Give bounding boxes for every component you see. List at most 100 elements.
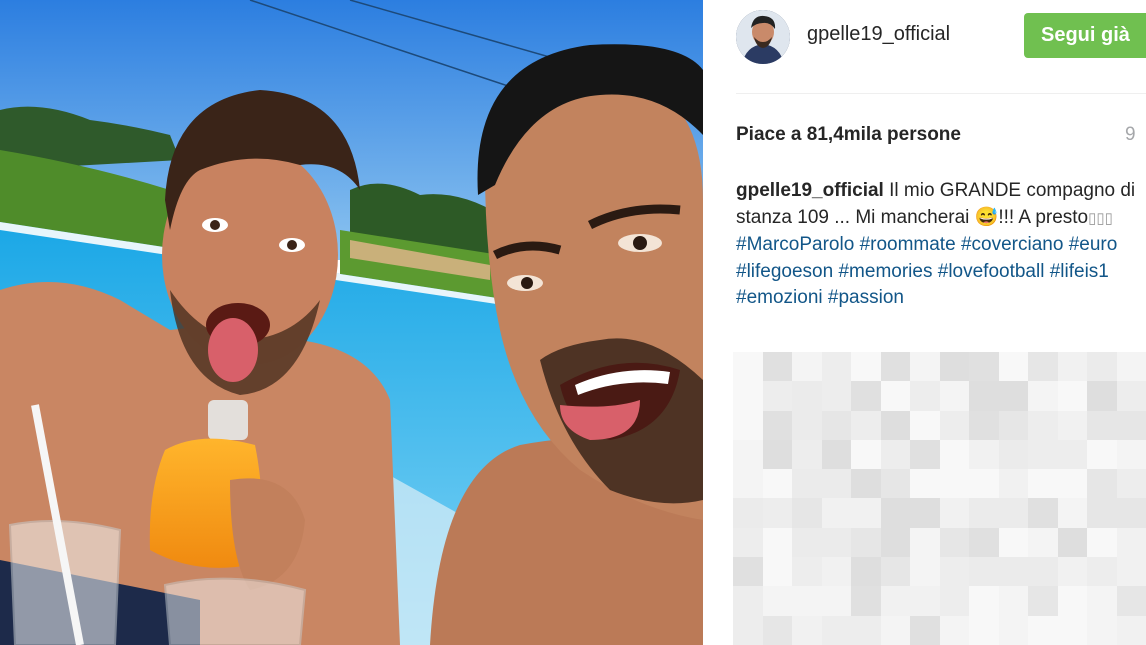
mosaic-cell xyxy=(762,469,792,499)
mosaic-cell xyxy=(851,352,881,382)
mosaic-cell xyxy=(762,381,792,411)
mosaic-cell xyxy=(880,557,910,587)
mosaic-cell xyxy=(910,381,940,411)
mosaic-cell xyxy=(1057,381,1087,411)
mosaic-cell xyxy=(880,498,910,528)
mosaic-cell xyxy=(880,439,910,470)
mosaic-cell xyxy=(762,410,792,440)
follow-button[interactable]: Segui già xyxy=(1024,13,1146,58)
mosaic-cell xyxy=(733,527,763,558)
mosaic-cell xyxy=(851,469,881,499)
hashtag[interactable]: #lifegoeson xyxy=(736,261,833,282)
mosaic-cell xyxy=(1028,557,1058,587)
header-divider xyxy=(736,93,1146,94)
mosaic-cell xyxy=(969,352,999,382)
mosaic-cell xyxy=(1116,615,1146,645)
hashtag[interactable]: #lovefootball xyxy=(938,261,1045,282)
mosaic-cell xyxy=(733,352,763,382)
mosaic-cell xyxy=(762,498,792,528)
mosaic-cell xyxy=(998,557,1028,587)
hashtag[interactable]: #lifeis1 xyxy=(1050,261,1109,282)
mosaic-cell xyxy=(880,527,910,558)
mosaic-cell xyxy=(910,557,940,587)
avatar[interactable] xyxy=(736,10,790,64)
mosaic-cell xyxy=(762,439,792,470)
mosaic-cell xyxy=(733,586,763,616)
mosaic-cell xyxy=(1087,410,1117,440)
mosaic-cell xyxy=(1028,410,1058,440)
mosaic-cell xyxy=(1116,557,1146,587)
mosaic-cell xyxy=(1087,381,1117,411)
mosaic-cell xyxy=(1116,439,1146,470)
mosaic-cell xyxy=(733,410,763,440)
mosaic-cell xyxy=(969,469,999,499)
mosaic-cell xyxy=(969,410,999,440)
mosaic-cell xyxy=(939,586,969,616)
mosaic-cell xyxy=(792,381,822,411)
mosaic-cell xyxy=(1087,586,1117,616)
mosaic-cell xyxy=(792,410,822,440)
likes-count[interactable]: Piace a 81,4mila persone xyxy=(736,124,961,146)
hashtag[interactable]: #coverciano xyxy=(961,234,1063,255)
profile-username[interactable]: gpelle19_official xyxy=(807,23,950,46)
hashtag[interactable]: #roommate xyxy=(860,234,956,255)
mosaic-cell xyxy=(939,557,969,587)
mosaic-cell xyxy=(910,469,940,499)
mosaic-cell xyxy=(998,527,1028,558)
mosaic-cell xyxy=(762,586,792,616)
mosaic-cell xyxy=(792,557,822,587)
pixelated-comments xyxy=(733,352,1146,645)
hashtag[interactable]: #MarcoParolo xyxy=(736,234,854,255)
mosaic-cell xyxy=(1028,439,1058,470)
mosaic-cell xyxy=(851,381,881,411)
mosaic-cell xyxy=(969,586,999,616)
hashtag[interactable]: #emozioni xyxy=(736,287,823,308)
mosaic-cell xyxy=(1087,557,1117,587)
mosaic-cell xyxy=(939,469,969,499)
mosaic-cell xyxy=(821,615,851,645)
mosaic-cell xyxy=(939,381,969,411)
mosaic-cell xyxy=(733,439,763,470)
mosaic-cell xyxy=(792,586,822,616)
caption-missing-glyphs: ▯▯▯ xyxy=(1088,209,1113,227)
mosaic-cell xyxy=(939,527,969,558)
mosaic-cell xyxy=(910,498,940,528)
mosaic-cell xyxy=(821,557,851,587)
mosaic-cell xyxy=(998,469,1028,499)
mosaic-cell xyxy=(939,352,969,382)
caption-username[interactable]: gpelle19_official xyxy=(736,180,884,201)
mosaic-cell xyxy=(969,439,999,470)
post-time[interactable]: 9 xyxy=(1125,124,1136,146)
mosaic-cell xyxy=(851,410,881,440)
mosaic-cell xyxy=(1116,352,1146,382)
mosaic-cell xyxy=(851,586,881,616)
mosaic-cell xyxy=(910,410,940,440)
caption-text-2: !!! A presto xyxy=(998,206,1089,228)
mosaic-cell xyxy=(910,527,940,558)
mosaic-cell xyxy=(1057,557,1087,587)
mosaic-cell xyxy=(1057,615,1087,645)
hashtag[interactable]: #passion xyxy=(828,287,904,308)
mosaic-cell xyxy=(1057,498,1087,528)
mosaic-cell xyxy=(969,498,999,528)
mosaic-cell xyxy=(998,586,1028,616)
mosaic-cell xyxy=(821,439,851,470)
mosaic-cell xyxy=(733,498,763,528)
mosaic-cell xyxy=(1028,381,1058,411)
mosaic-cell xyxy=(939,498,969,528)
mosaic-cell xyxy=(939,410,969,440)
hashtag[interactable]: #euro xyxy=(1069,234,1118,255)
mosaic-cell xyxy=(762,352,792,382)
mosaic-cell xyxy=(1116,498,1146,528)
mosaic-cell xyxy=(1057,527,1087,558)
mosaic-cell xyxy=(910,586,940,616)
hashtag[interactable]: #memories xyxy=(838,261,932,282)
mosaic-cell xyxy=(821,469,851,499)
mosaic-cell xyxy=(1057,439,1087,470)
post-photo[interactable] xyxy=(0,0,703,645)
mosaic-cell xyxy=(880,410,910,440)
mosaic-cell xyxy=(1116,469,1146,499)
photo-image xyxy=(0,0,703,645)
mosaic-cell xyxy=(880,615,910,645)
mosaic-cell xyxy=(762,615,792,645)
